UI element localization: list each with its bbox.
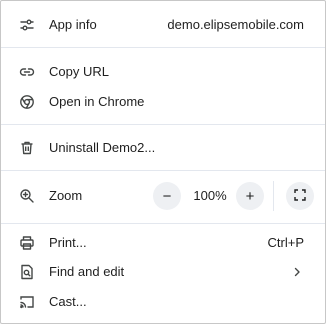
app-domain: demo.elipsemobile.com	[167, 17, 304, 32]
copy-url-item[interactable]: Copy URL	[1, 57, 325, 87]
find-and-edit-item[interactable]: Find and edit	[1, 257, 325, 287]
print-item[interactable]: Print... Ctrl+P	[1, 228, 325, 258]
cast-item[interactable]: Cast...	[1, 287, 325, 317]
zoom-in-button[interactable]: +	[236, 182, 264, 210]
zoom-icon	[19, 188, 35, 204]
find-and-edit-label: Find and edit	[49, 264, 125, 279]
cast-icon	[19, 294, 35, 310]
trash-icon	[19, 140, 35, 156]
zoom-divider	[273, 181, 274, 211]
app-info-label: App info	[49, 17, 97, 32]
chevron-right-icon	[294, 267, 300, 277]
uninstall-label: Uninstall Demo2...	[49, 140, 156, 155]
separator	[1, 170, 325, 171]
uninstall-item[interactable]: Uninstall Demo2...	[1, 133, 325, 163]
find-page-icon	[19, 264, 35, 280]
zoom-level: 100%	[193, 188, 227, 203]
sliders-icon	[19, 17, 35, 33]
link-icon	[19, 64, 35, 80]
separator	[1, 47, 325, 48]
fullscreen-button[interactable]	[286, 182, 314, 210]
open-in-chrome-label: Open in Chrome	[49, 94, 145, 109]
chrome-icon	[19, 94, 35, 110]
cast-label: Cast...	[49, 294, 87, 309]
print-shortcut: Ctrl+P	[267, 235, 304, 250]
plus-icon: +	[245, 187, 255, 205]
zoom-row: Zoom − 100% +	[1, 181, 325, 211]
app-menu: App info demo.elipsemobile.com Copy URL …	[0, 0, 326, 324]
app-info-item[interactable]: App info demo.elipsemobile.com	[1, 10, 325, 40]
zoom-label: Zoom	[49, 188, 83, 203]
separator	[1, 223, 325, 224]
separator	[1, 124, 325, 125]
open-in-chrome-item[interactable]: Open in Chrome	[1, 87, 325, 117]
print-label: Print...	[49, 235, 87, 250]
fullscreen-icon	[294, 188, 306, 205]
printer-icon	[19, 235, 35, 251]
copy-url-label: Copy URL	[49, 64, 109, 79]
minus-icon: −	[162, 187, 172, 205]
zoom-out-button[interactable]: −	[153, 182, 181, 210]
